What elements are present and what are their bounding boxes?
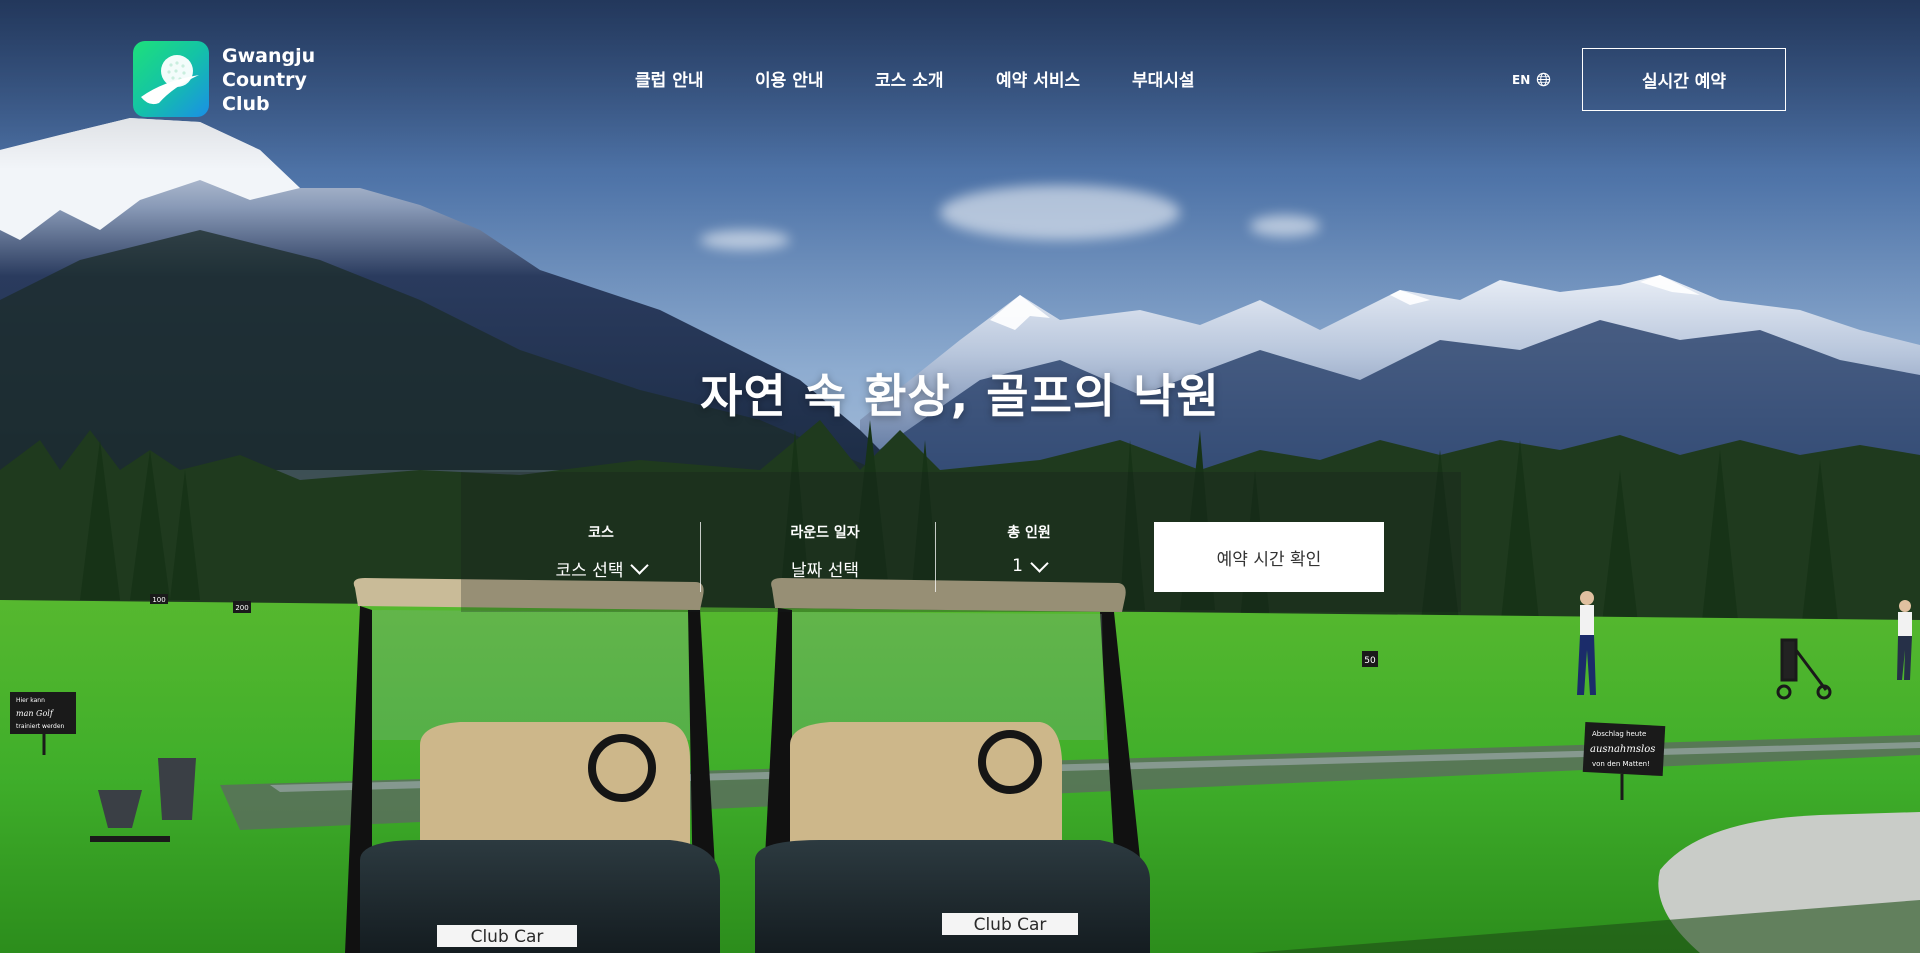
people-select[interactable]: 1 [979, 553, 1079, 576]
sign-right-line3: von den Matten! [1592, 760, 1650, 768]
divider [700, 522, 701, 592]
distance-marker-far-left-text: 100 [152, 596, 165, 604]
nav-usage-info[interactable]: 이용 안내 [755, 66, 823, 91]
course-select-value: 코스 선택 [555, 561, 624, 581]
date-select-value: 날짜 선택 [791, 561, 859, 581]
date-label: 라운드 일자 [790, 525, 860, 541]
course-select[interactable]: 코스 선택 [521, 556, 681, 581]
cart-label-right: Club Car [974, 915, 1047, 935]
people-label: 총 인원 [1007, 525, 1051, 541]
sign-left-line3: trainiert werden [16, 723, 65, 730]
realtime-reservation-button[interactable]: 실시간 예약 [1582, 48, 1786, 111]
globe-icon [1537, 72, 1551, 87]
nav-course-intro[interactable]: 코스 소개 [875, 66, 943, 91]
site-header: Gwangju Country Club 클럽 안내 이용 안내 코스 소개 예… [0, 0, 1920, 160]
check-tee-times-button[interactable]: 예약 시간 확인 [1154, 522, 1384, 592]
club-name-line1: Gwangju [222, 45, 316, 67]
golfer-far-right [1897, 600, 1912, 680]
chevron-down-icon [1030, 553, 1049, 573]
sign-right-line2: ausnahmslos [1590, 744, 1655, 755]
cart-label-left: Club Car [471, 927, 544, 947]
people-field[interactable]: 총 인원 1 [979, 522, 1079, 576]
sign-left-line2: man Golf [16, 709, 55, 718]
date-field[interactable]: 라운드 일자 날짜 선택 [745, 522, 905, 581]
nav-club-info[interactable]: 클럽 안내 [635, 66, 703, 91]
distance-marker-text: 50 [1364, 656, 1376, 666]
distance-marker-left-text: 200 [235, 604, 248, 612]
chevron-down-icon [630, 556, 650, 575]
nav-facilities[interactable]: 부대시설 [1132, 66, 1195, 91]
date-select[interactable]: 날짜 선택 [745, 556, 905, 581]
people-select-value: 1 [1012, 556, 1023, 576]
language-label: EN [1512, 72, 1531, 87]
hero-title: 자연 속 환상, 골프의 낙원 [700, 369, 1220, 423]
course-field[interactable]: 코스 코스 선택 [521, 522, 681, 581]
club-name-line3: Club [222, 93, 270, 115]
sign-right-line1: Abschlag heute [1592, 730, 1646, 738]
divider [935, 522, 936, 592]
nav-reservation-service[interactable]: 예약 서비스 [996, 66, 1080, 91]
course-label: 코스 [588, 525, 614, 541]
sign-left-line1: Hier kann [16, 697, 45, 704]
language-switch[interactable]: EN [1512, 72, 1551, 87]
